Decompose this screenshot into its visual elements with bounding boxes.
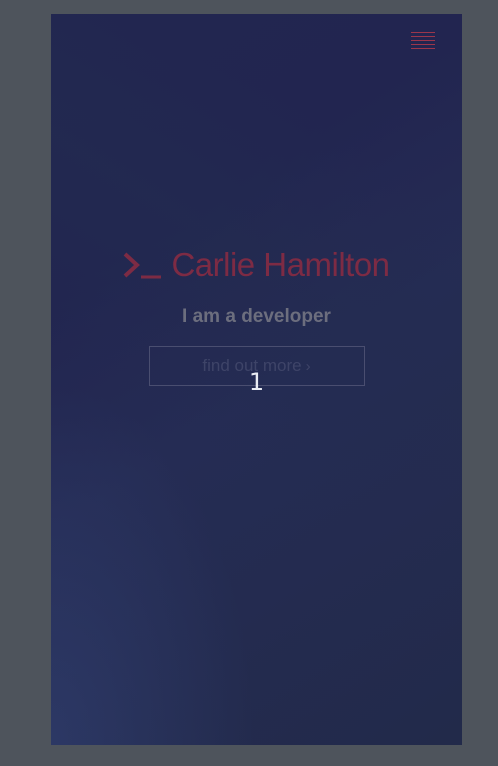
slide-number: 1 — [248, 368, 265, 396]
menu-bar — [411, 32, 435, 33]
menu-bar — [411, 48, 435, 49]
hero-section: Carlie Hamilton I am a developer find ou… — [51, 246, 462, 386]
tagline: I am a developer — [182, 306, 331, 327]
hamburger-menu-icon[interactable] — [411, 32, 435, 56]
viewport: Carlie Hamilton I am a developer find ou… — [51, 14, 462, 745]
menu-bar — [411, 44, 435, 45]
page-title: Carlie Hamilton — [123, 246, 390, 284]
name-text: Carlie Hamilton — [171, 246, 390, 283]
menu-bar — [411, 40, 435, 41]
menu-bar — [411, 36, 435, 37]
terminal-prompt-icon — [124, 252, 162, 279]
